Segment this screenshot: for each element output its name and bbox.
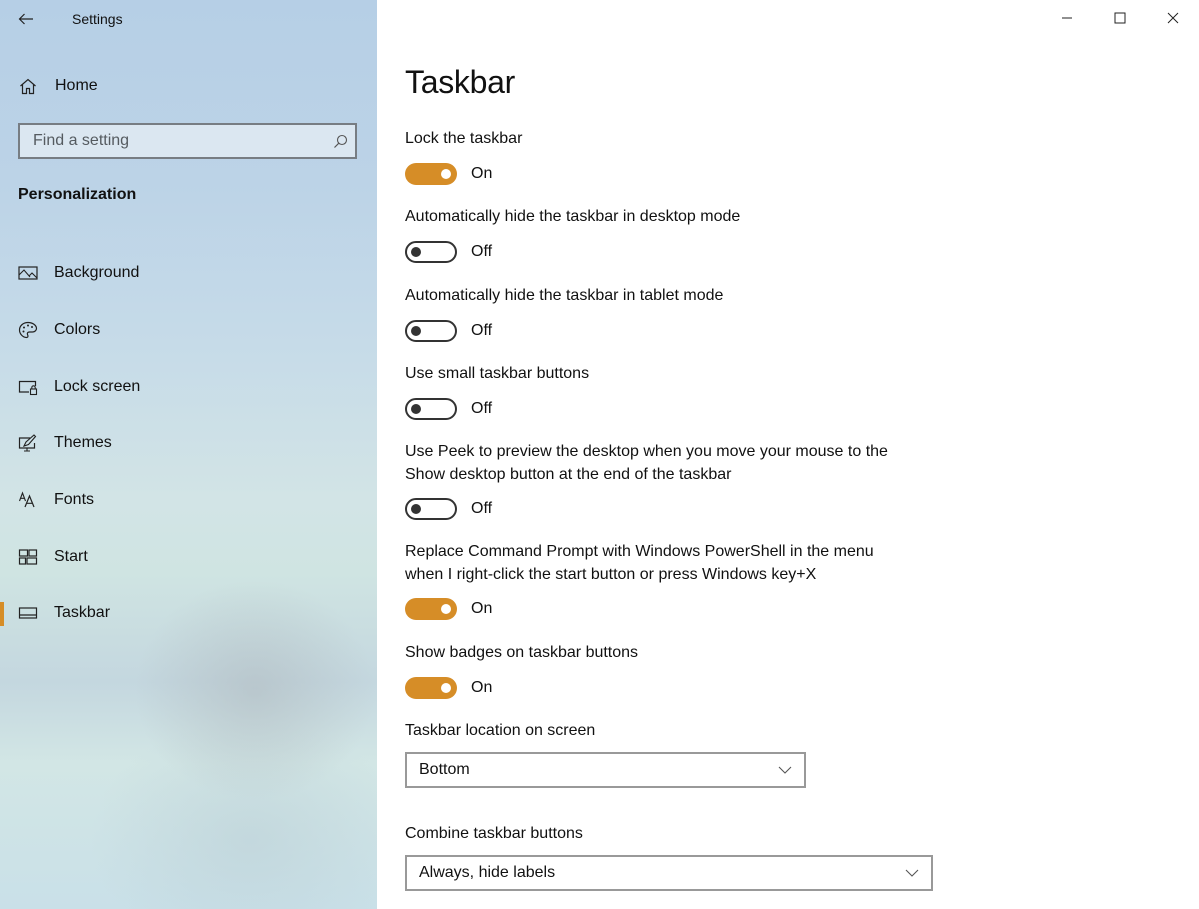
toggle-state: Off	[471, 242, 493, 260]
setting-small-buttons: Use small taskbar buttons Off	[405, 363, 589, 420]
setting-autohide-desktop: Automatically hide the taskbar in deskto…	[405, 206, 740, 263]
sidebar-item-label: Fonts	[54, 491, 95, 509]
toggle-switch[interactable]	[405, 676, 457, 699]
sidebar-item-label: Start	[54, 547, 88, 565]
toggle-state: On	[471, 600, 493, 617]
setting-autohide-tablet: Automatically hide the taskbar in tablet…	[405, 285, 723, 342]
search-input[interactable]	[20, 132, 325, 150]
settings-window: Settings Home Personalization Background	[0, 0, 1199, 909]
toggle-state: On	[471, 678, 493, 696]
toggle-knob	[411, 403, 421, 414]
toggle-switch[interactable]	[405, 598, 457, 620]
setting-label: Combine taskbar buttons	[405, 825, 583, 842]
sidebar-item-start[interactable]: Start	[0, 528, 377, 585]
setting-taskbar-location: Taskbar location on screen Bottom	[405, 720, 806, 788]
setting-lock-taskbar: Lock the taskbar On	[405, 128, 522, 185]
toggle-knob	[441, 168, 451, 179]
themes-icon	[0, 434, 54, 452]
setting-label: Lock the taskbar	[405, 130, 523, 147]
setting-label: Automatically hide the taskbar in tablet…	[405, 287, 724, 304]
back-button[interactable]	[0, 0, 52, 38]
combine-buttons-dropdown[interactable]: Always, hide labels	[405, 854, 933, 891]
toggle-autohide-tablet[interactable]: Off	[405, 319, 723, 342]
lock-screen-icon	[0, 378, 54, 396]
toggle-switch[interactable]	[405, 397, 457, 420]
toggle-state: Off	[471, 500, 493, 517]
setting-badges: Show badges on taskbar buttons On	[405, 642, 638, 699]
main-content: Taskbar Lock the taskbar On Automaticall…	[377, 0, 1199, 909]
sidebar-item-lock-screen[interactable]: Lock screen	[0, 358, 377, 415]
chevron-down-icon	[893, 869, 931, 877]
taskbar-icon	[0, 604, 54, 622]
toggle-small-buttons[interactable]: Off	[405, 397, 589, 420]
close-button[interactable]	[1146, 0, 1199, 36]
picture-icon	[0, 264, 54, 282]
caption-buttons	[1040, 0, 1199, 36]
toggle-state: Off	[471, 399, 493, 417]
title-bar: Settings	[0, 0, 377, 38]
taskbar-location-dropdown[interactable]: Bottom	[405, 751, 806, 788]
setting-combine-buttons: Combine taskbar buttons Always, hide lab…	[405, 823, 933, 891]
setting-powershell: Replace Command Prompt with Windows Powe…	[405, 541, 905, 620]
maximize-button[interactable]	[1093, 0, 1146, 36]
toggle-state: Off	[471, 321, 493, 339]
section-title: Personalization	[18, 186, 137, 203]
sidebar-item-label: Colors	[54, 321, 101, 339]
sidebar-item-colors[interactable]: Colors	[0, 302, 377, 359]
minimize-icon	[1061, 17, 1072, 19]
toggle-knob	[441, 604, 451, 614]
back-arrow-icon	[18, 13, 33, 25]
setting-label: Automatically hide the taskbar in deskto…	[405, 208, 741, 225]
palette-icon	[0, 321, 54, 339]
sidebar-item-background[interactable]: Background	[0, 245, 377, 302]
sidebar-item-label: Background	[54, 264, 140, 282]
toggle-powershell[interactable]: On	[405, 598, 905, 620]
home-icon	[0, 78, 55, 95]
setting-label: Replace Command Prompt with Windows Powe…	[405, 543, 874, 583]
toggle-peek[interactable]: Off	[405, 498, 925, 520]
setting-label: Taskbar location on screen	[405, 722, 596, 739]
maximize-icon	[1114, 12, 1125, 24]
close-icon	[1167, 12, 1178, 24]
toggle-switch[interactable]	[405, 498, 457, 520]
dropdown-value: Always, hide labels	[419, 863, 556, 881]
toggle-knob	[411, 325, 421, 336]
start-icon	[0, 548, 54, 566]
sidebar-nav: Background Colors Lock screen Themes Fon…	[0, 245, 377, 642]
toggle-switch[interactable]	[405, 319, 457, 342]
toggle-knob	[411, 504, 421, 514]
setting-peek: Use Peek to preview the desktop when you…	[405, 441, 925, 520]
toggle-knob	[411, 246, 421, 257]
setting-label: Use Peek to preview the desktop when you…	[405, 443, 888, 483]
toggle-switch[interactable]	[405, 162, 457, 185]
minimize-button[interactable]	[1040, 0, 1093, 36]
toggle-state: On	[471, 164, 493, 182]
sidebar-item-taskbar[interactable]: Taskbar	[0, 585, 377, 642]
sidebar-item-label: Themes	[54, 434, 112, 452]
sidebar-item-label: Lock screen	[54, 377, 141, 395]
setting-label: Show badges on taskbar buttons	[405, 644, 639, 661]
sidebar: Settings Home Personalization Background	[0, 0, 377, 909]
dropdown-value: Bottom	[419, 760, 470, 778]
toggle-knob	[441, 682, 451, 693]
sidebar-item-label: Taskbar	[54, 604, 111, 622]
search-box[interactable]	[18, 123, 357, 159]
sidebar-item-fonts[interactable]: Fonts	[0, 472, 377, 529]
toggle-switch[interactable]	[405, 240, 457, 263]
home-label: Home	[55, 77, 98, 94]
toggle-lock-taskbar[interactable]: On	[405, 162, 522, 185]
toggle-badges[interactable]: On	[405, 676, 638, 699]
sidebar-item-themes[interactable]: Themes	[0, 415, 377, 472]
search-icon[interactable]	[325, 134, 355, 149]
app-title: Settings	[72, 11, 123, 27]
chevron-down-icon	[766, 766, 804, 774]
toggle-autohide-desktop[interactable]: Off	[405, 240, 740, 263]
setting-label: Use small taskbar buttons	[405, 365, 590, 382]
fonts-icon	[0, 491, 54, 509]
page-title: Taskbar	[405, 64, 515, 100]
sidebar-item-home[interactable]: Home	[0, 68, 377, 104]
